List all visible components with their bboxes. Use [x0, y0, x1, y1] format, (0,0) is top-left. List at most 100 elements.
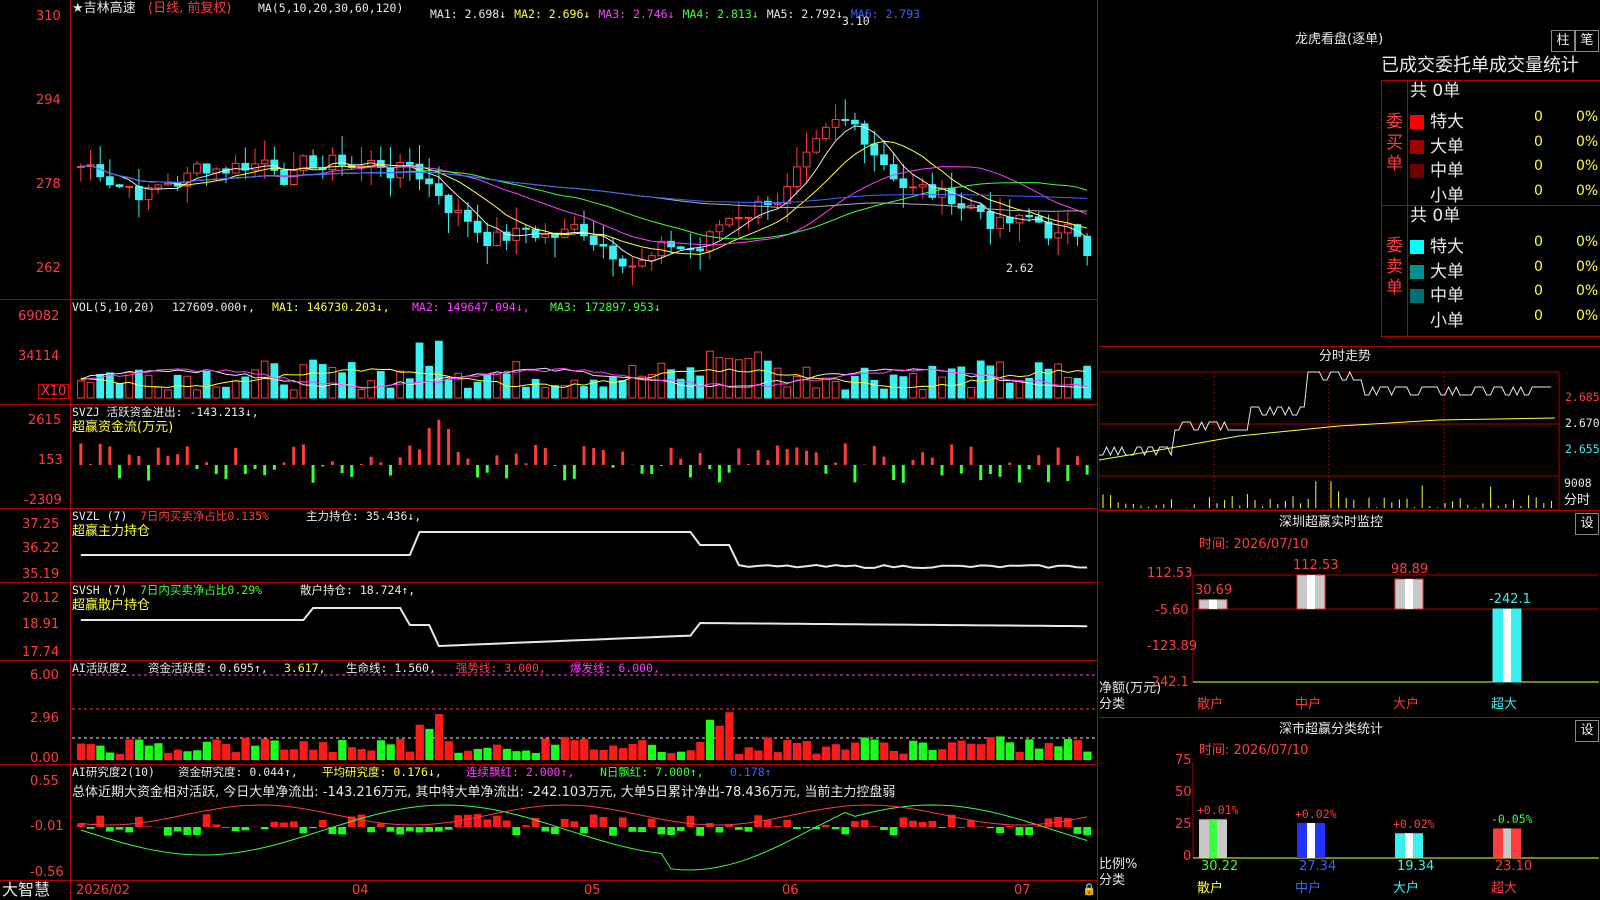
fund-flow-bar: [785, 448, 789, 465]
chart-mode[interactable]: (日线, 前复权): [148, 2, 231, 15]
research-bar: [599, 816, 608, 827]
research-bar: [299, 827, 308, 834]
research-bar: [676, 827, 685, 831]
research-bar: [86, 827, 95, 829]
fund-flow-bar: [882, 456, 886, 465]
volume-bar: [609, 377, 617, 399]
candle-body: [309, 155, 317, 169]
y-tick: 0.00: [30, 751, 59, 766]
y-tick: 37.25: [22, 517, 60, 532]
research-bar: [763, 820, 772, 827]
fund-flow-bar: [137, 456, 141, 465]
fund-flow-bar: [717, 465, 721, 483]
ai-research-text5: 0.178↑: [730, 765, 772, 779]
volume-bar: [870, 379, 879, 399]
fund-flow-bar: [901, 465, 905, 483]
activity-bar: [135, 739, 144, 760]
research-bar: [144, 826, 153, 827]
volume-bar: [125, 371, 134, 399]
candle-body: [647, 255, 656, 261]
fund-flow-bar: [746, 463, 750, 465]
candle-body: [164, 183, 172, 186]
volume-bar: [938, 376, 946, 399]
main-chart-area[interactable]: ★吉林高速 (日线, 前复权) MA(5,10,20,30,60,120) MA…: [0, 0, 1098, 900]
volume-bar: [347, 362, 356, 399]
candle-body: [541, 233, 550, 238]
activity-bar: [541, 738, 550, 760]
ss-bar-category: 超大: [1491, 881, 1518, 896]
activity-bar: [222, 743, 231, 760]
candle-body: [851, 119, 859, 125]
activity-bar: [947, 742, 957, 760]
fund-flow-bar: [156, 447, 160, 465]
volume-bar: [405, 378, 414, 399]
candle-body: [551, 233, 559, 238]
fund-flow-bar: [1008, 462, 1012, 465]
fund-flow-bar: [359, 463, 363, 465]
brand-logo[interactable]: 大智慧: [2, 882, 50, 898]
activity-bar: [880, 742, 889, 760]
research-bar: [464, 814, 472, 827]
activity-bar: [1005, 742, 1015, 760]
research-bar: [560, 818, 569, 827]
volume-bar: [1073, 377, 1082, 399]
activity-bar: [889, 750, 898, 760]
y-tick: 50: [1175, 785, 1192, 800]
volume-bar: [696, 375, 705, 399]
research-bar: [309, 827, 317, 829]
fund-flow-bar: [834, 462, 838, 465]
research-bar: [628, 827, 637, 832]
volume-bar: [705, 350, 714, 399]
ai-active-text4: 强势线: 3.000,: [456, 661, 546, 675]
candle-body: [1063, 224, 1072, 234]
fund-flow-bar: [563, 465, 567, 481]
y-tick: 310: [36, 9, 61, 24]
research-bar: [1005, 826, 1014, 827]
volume-bar: [434, 340, 443, 399]
activity-bar: [822, 746, 831, 760]
volume-bar: [570, 379, 579, 399]
ss-bar-delta: -0.05%: [1491, 812, 1533, 827]
fund-flow-bar: [592, 448, 596, 465]
fenshi-tick: 2.670: [1565, 416, 1600, 430]
fund-flow-bar: [950, 444, 954, 465]
fund-flow-bar: [195, 465, 199, 470]
y-tick: 2.96: [30, 711, 59, 726]
volume-bar: [473, 381, 482, 399]
ss-settings-button[interactable]: 设: [1575, 720, 1599, 742]
svzj-header: SVZJ 活跃资金进出: -143.213↓,: [72, 405, 259, 419]
svsh-header: SVSH (7): [72, 583, 128, 597]
vol-unit[interactable]: X10: [38, 384, 70, 399]
sz-settings-button[interactable]: 设: [1575, 513, 1599, 535]
research-bar: [734, 827, 743, 830]
activity-bar: [715, 725, 724, 760]
candle-body: [493, 231, 501, 247]
research-bar: [609, 827, 617, 836]
volume-bar: [957, 366, 966, 399]
fenshi-tick: 2.685: [1565, 390, 1600, 404]
volume-bar: [918, 388, 927, 399]
sz-bar-category: 超大: [1491, 697, 1518, 712]
volume-bar: [928, 365, 937, 399]
fund-flow-bar: [553, 465, 557, 466]
y-tick: -0.56: [30, 865, 64, 880]
fund-flow-bar: [892, 465, 896, 481]
research-bar: [589, 814, 598, 827]
activity-bar: [105, 752, 115, 760]
sz-bar-category: 散户: [1197, 697, 1224, 712]
svsh-sub: 超赢散户持仓: [72, 598, 151, 613]
y-tick: -0.01: [30, 819, 64, 834]
lock-icon[interactable]: 🔒: [1082, 883, 1096, 896]
fund-flow-bar: [853, 465, 857, 483]
ss-bar-delta: +0.01%: [1197, 803, 1239, 818]
sz-bar-value: 112.53: [1293, 558, 1339, 573]
fund-flow-bar: [959, 465, 963, 474]
candle-body: [454, 209, 463, 214]
section-divider: [1099, 717, 1600, 718]
activity-bar: [831, 744, 840, 760]
ai-active-text1: 资金活跃度: 0.695↑,: [148, 661, 268, 675]
y-tick: 18.91: [22, 617, 60, 632]
activity-bar: [1073, 740, 1082, 760]
svzl-header: SVZL (7): [72, 509, 128, 523]
activity-bar: [899, 753, 908, 760]
